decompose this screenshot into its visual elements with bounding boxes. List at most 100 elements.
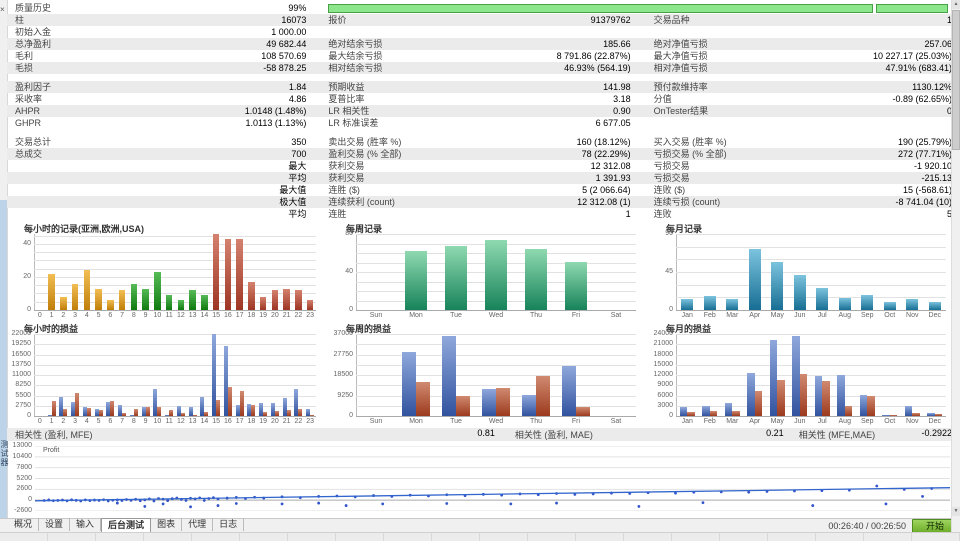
panel-side-strip-lower bbox=[0, 200, 7, 532]
stat-value: 最大值 bbox=[279, 185, 307, 195]
x-tick-label: 16 bbox=[223, 418, 232, 425]
x-tick-label: 6 bbox=[108, 418, 113, 425]
bar bbox=[95, 288, 102, 310]
tab-日志[interactable]: 日志 bbox=[213, 518, 245, 531]
stat-pair: 交易品种 1 bbox=[654, 14, 952, 26]
bar bbox=[769, 340, 778, 416]
correlation-pair: 相关性 (盈利, MFE) 0.81 bbox=[15, 428, 495, 441]
bar bbox=[912, 412, 920, 416]
bar bbox=[274, 410, 279, 416]
bar bbox=[118, 290, 126, 310]
x-tick-label: Nov bbox=[906, 418, 919, 425]
bar bbox=[793, 274, 806, 310]
x-tick-label: 12 bbox=[176, 312, 185, 319]
scroll-down-icon[interactable]: ▼ bbox=[952, 507, 960, 516]
stat-pair bbox=[654, 26, 952, 38]
tabs-holder: 概况 设置 输入 后台测试 图表 代理 日志 bbox=[8, 518, 245, 533]
gridline bbox=[676, 259, 946, 261]
gridline bbox=[676, 395, 946, 397]
stat-pair: 最大值 bbox=[15, 184, 306, 196]
bar bbox=[927, 413, 935, 416]
scrollbar-thumb[interactable] bbox=[952, 10, 960, 150]
stat-pair: LR 标准误差 6 677.05 bbox=[328, 117, 630, 129]
scroll-up-icon[interactable]: ▲ bbox=[952, 0, 960, 9]
correlation-label: 相关性 (MFE,MAE) bbox=[798, 430, 876, 440]
x-tick-label: 7 bbox=[120, 312, 125, 319]
gridline bbox=[356, 375, 636, 376]
gridline bbox=[34, 354, 316, 356]
stat-pair: 分值 -0.89 (62.65%) bbox=[654, 93, 952, 105]
bar bbox=[844, 406, 853, 416]
x-tick-label: 14 bbox=[200, 418, 209, 425]
stat-value: 3.18 bbox=[613, 94, 631, 104]
x-tick-label: Oct bbox=[884, 418, 896, 425]
stat-label: 交易总计 bbox=[15, 137, 52, 147]
stat-value: 160 (18.12%) bbox=[576, 137, 631, 147]
stats-row: 最大 获利交易 12 312.08 亏损交易 -1 920.10 bbox=[7, 160, 952, 172]
y-tick-label: 18000 bbox=[653, 350, 673, 358]
stat-pair: 总净盈利 49 682.44 bbox=[15, 38, 306, 50]
stat-label: 连胜 ($) bbox=[328, 185, 360, 195]
tab-概况[interactable]: 概况 bbox=[8, 518, 40, 531]
x-tick-label: Mar bbox=[726, 418, 739, 425]
bar bbox=[748, 249, 761, 310]
y-tick-label: 21000 bbox=[653, 340, 673, 348]
tab-输入[interactable]: 输入 bbox=[70, 518, 102, 531]
stat-pair: 盈利交易 (% 全部) 78 (22.29%) bbox=[328, 148, 630, 160]
x-tick-label: Thu bbox=[529, 418, 543, 425]
x-tick-label: 14 bbox=[200, 312, 209, 319]
bar bbox=[283, 288, 290, 310]
stat-value: 1.0113 (1.13%) bbox=[245, 118, 307, 128]
stat-value: 16073 bbox=[281, 15, 307, 25]
stat-label: 连败 ($) bbox=[653, 185, 686, 195]
vertical-scrollbar[interactable]: ▲ ▼ bbox=[951, 0, 960, 532]
bar bbox=[298, 408, 303, 416]
backtest-stats-table: 质量历史 99% 柱 16073 报价 91379762 交易品种 1 初始入金 1 000.00… bbox=[7, 2, 952, 220]
stat-value: 1.84 bbox=[288, 82, 307, 92]
stat-pair: 获利交易 12 312.08 bbox=[328, 160, 630, 172]
quality-progress-bar bbox=[328, 2, 952, 14]
bar bbox=[889, 414, 898, 416]
stat-label: 绝对净值亏损 bbox=[653, 39, 708, 49]
stat-pair: 平均 bbox=[15, 208, 306, 220]
x-tick-label: 10 bbox=[153, 418, 162, 425]
bar bbox=[687, 411, 695, 416]
stat-value: 91379762 bbox=[590, 15, 631, 25]
tab-代理[interactable]: 代理 bbox=[182, 518, 214, 531]
bar bbox=[251, 405, 256, 416]
x-tick-label: 23 bbox=[306, 312, 315, 319]
bar bbox=[485, 239, 507, 310]
x-tick-label: 2 bbox=[61, 312, 66, 319]
y-tick-label: 12000 bbox=[653, 371, 673, 378]
stats-row: 总成交 700 盈利交易 (% 全部) 78 (22.29%) 亏损交易 (% 全部) 2… bbox=[7, 148, 952, 160]
stat-label: 毛利 bbox=[15, 51, 34, 61]
x-tick-label: Mon bbox=[409, 312, 423, 319]
stats-row: GHPR 1.0113 (1.13%) LR 标准误差 6 677.05 bbox=[7, 117, 952, 129]
gridline bbox=[676, 385, 946, 387]
bar bbox=[771, 261, 784, 310]
stat-value: 141.98 bbox=[603, 82, 631, 92]
y-tick-label: 20 bbox=[23, 272, 31, 280]
x-tick-label: Jun bbox=[794, 418, 806, 425]
x-tick-label: 11 bbox=[165, 418, 173, 425]
x-tick-label: Jan bbox=[681, 312, 693, 319]
tab-设置[interactable]: 设置 bbox=[39, 518, 71, 531]
bar bbox=[122, 413, 127, 416]
stat-pair: 买入交易 (胜率 %) 190 (25.79%) bbox=[654, 136, 952, 148]
stat-label: 毛损 bbox=[15, 63, 34, 73]
gridline bbox=[356, 385, 636, 387]
stat-pair: 连胜 1 bbox=[328, 208, 630, 220]
stat-value: 1130.12% bbox=[912, 82, 952, 92]
stat-pair: 亏损交易 -215.13 bbox=[654, 172, 952, 184]
x-tick-label: 2 bbox=[61, 418, 66, 425]
tab-后台测试[interactable]: 后台测试 bbox=[101, 518, 152, 533]
chart-profit-loss-by-month: 每月的损益 0 3000 6000 9000 12000 15000 18000 21000 24… bbox=[650, 322, 950, 426]
stat-value: -215.13 bbox=[921, 173, 952, 183]
x-tick-label: Sep bbox=[861, 418, 874, 425]
tab-图表[interactable]: 图表 bbox=[151, 518, 183, 531]
gridline bbox=[356, 234, 636, 235]
chart-title: 每小时的记录(亚洲,欧洲,USA) bbox=[24, 224, 144, 234]
stat-value: 1.0148 (1.48%) bbox=[244, 106, 307, 116]
stats-row: 采收率 4.86 夏普比率 3.18 分值 -0.89 (62.65%) bbox=[7, 93, 952, 105]
bar bbox=[286, 410, 291, 416]
